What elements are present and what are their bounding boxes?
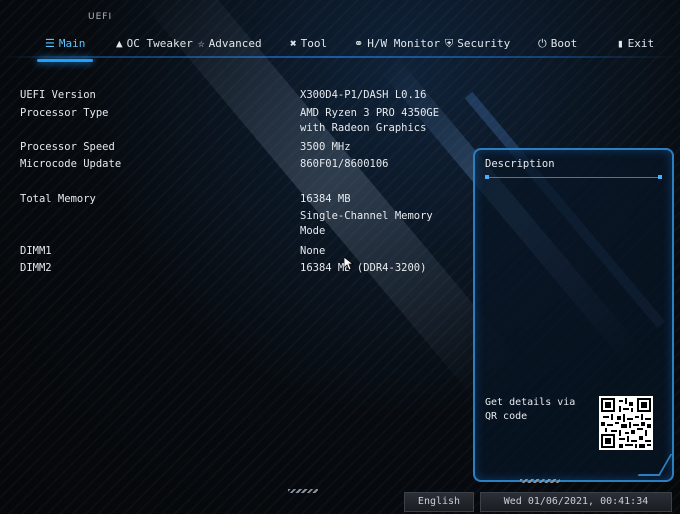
description-divider — [485, 175, 662, 179]
total-memory-value: 16384 MB — [300, 193, 351, 205]
uefi-version-label: UEFI Version — [20, 89, 96, 101]
total-memory-label: Total Memory — [20, 193, 96, 205]
panel-corner-decoration — [637, 454, 673, 476]
processor-type-value-line2: with Radeon Graphics — [300, 122, 427, 134]
mouse-cursor-icon — [344, 257, 354, 271]
microcode-update-label: Microcode Update — [20, 158, 122, 170]
qr-code-icon — [601, 398, 651, 448]
microcode-update-value: 860F01/8600106 — [300, 158, 389, 170]
dimm2-label: DIMM2 — [20, 262, 52, 274]
tab-label: Exit — [627, 37, 655, 50]
processor-type-value: AMD Ryzen 3 PRO 4350GE — [300, 107, 440, 119]
tab-boot[interactable]: ⏻ Boot — [538, 32, 577, 56]
footer-decoration — [520, 479, 560, 483]
processor-speed-label: Processor Speed — [20, 141, 115, 153]
description-panel: Description Get details via QR code — [473, 148, 674, 482]
total-memory-mode-line2: Mode — [300, 225, 326, 237]
main-info-panel: UEFI Version X300D4-P1/DASH L0.16 Proces… — [0, 0, 470, 470]
tab-exit[interactable]: ▮ Exit — [617, 32, 654, 56]
power-icon: ⏻ — [538, 37, 547, 50]
uefi-version-value: X300D4-P1/DASH L0.16 — [300, 89, 427, 101]
qr-code — [599, 396, 653, 450]
exit-door-icon: ▮ — [617, 37, 624, 50]
processor-speed-value: 3500 MHz — [300, 141, 351, 153]
qr-help-text: Get details via QR code — [485, 397, 576, 422]
dimm1-label: DIMM1 — [20, 245, 52, 257]
language-button[interactable]: English — [404, 492, 474, 512]
dimm1-value: None — [300, 245, 326, 257]
total-memory-mode: Single-Channel Memory — [300, 210, 433, 222]
footer-decoration — [288, 489, 318, 493]
processor-type-label[interactable]: Processor Type — [20, 106, 109, 120]
tab-label: Boot — [550, 37, 578, 50]
description-title: Description — [485, 158, 555, 170]
dimm2-value: 16384 MB (DDR4-3200) — [300, 262, 427, 274]
footer-bar: English Wed 01/06/2021, 00:41:34 — [0, 479, 680, 514]
datetime-display: Wed 01/06/2021, 00:41:34 — [480, 492, 672, 512]
